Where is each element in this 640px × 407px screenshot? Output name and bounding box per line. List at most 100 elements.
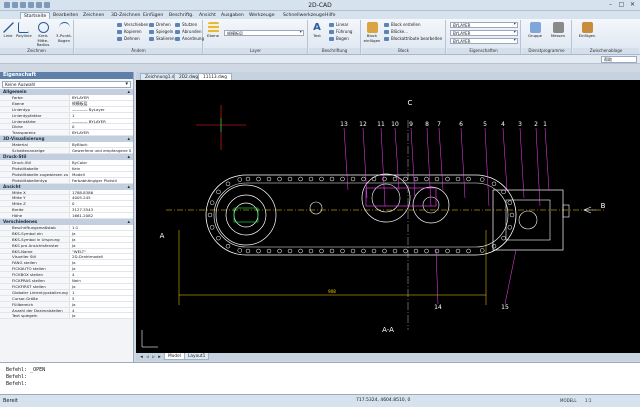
last-layout-icon[interactable]: ▸ <box>157 354 162 360</box>
paste-button[interactable]: Einfügen <box>577 22 597 39</box>
measure-tool-button[interactable]: Messen <box>548 22 568 39</box>
fillet-button[interactable]: Abrunden <box>175 29 202 35</box>
cad-drawing[interactable]: 13 12 11 10 9 8 7 6 5 4 3 2 1 14 15 A A-A C B 908 <box>136 80 640 353</box>
tab-werkzeuge[interactable]: Werkzeuge <box>246 12 278 19</box>
lineweight-dropdown[interactable]: BYLAYER <box>450 38 518 44</box>
insert-block-button[interactable]: Block einfügen <box>363 22 381 43</box>
tab-bearbeiten[interactable]: Bearbeiten <box>50 12 81 19</box>
property-value[interactable]: BYLAYER <box>70 95 133 100</box>
layout-tab-layout1[interactable]: Layout1 <box>184 353 210 360</box>
chain-roller <box>501 189 506 195</box>
property-value[interactable]: 1661.2082 <box>70 213 133 218</box>
property-value[interactable]: Kein <box>70 166 133 171</box>
prev-layout-icon[interactable]: ◃ <box>145 354 150 360</box>
tab-einfuegen[interactable]: Einfügen <box>140 12 166 19</box>
stretch-button[interactable]: Dehnen <box>117 36 140 42</box>
property-value[interactable]: 4 <box>70 308 133 313</box>
property-value[interactable]: Gewerfene und empfangene S <box>70 148 133 153</box>
tab-ausgaben[interactable]: Ausgaben <box>218 12 247 19</box>
selection-dropdown[interactable]: Keine Auswahl <box>2 81 131 88</box>
scale-button[interactable]: Skalieren <box>149 36 174 42</box>
property-section-header[interactable]: Allgemein <box>0 89 133 95</box>
window-controls[interactable]: – □ ✕ <box>606 1 637 8</box>
array-button[interactable]: Anordnung <box>175 36 204 42</box>
property-value[interactable]: 0 <box>70 201 133 206</box>
leader-button[interactable]: Führung <box>329 29 352 35</box>
command-line[interactable]: Befehl: _OPEN Befehl: Befehl: <box>0 362 640 395</box>
property-value[interactable]: Farbabhängiger Plotstil <box>70 178 133 183</box>
property-section-header[interactable]: Verschiedenes <box>0 219 133 226</box>
property-value[interactable]: Ja <box>70 313 133 318</box>
command-prompt[interactable]: Befehl: <box>0 381 640 388</box>
property-value[interactable]: ByColor <box>70 160 133 165</box>
mirror-button[interactable]: Spiegeln <box>149 29 173 35</box>
first-layout-icon[interactable]: ◂ <box>139 354 144 360</box>
model-space-button[interactable]: MODELL <box>560 398 577 403</box>
property-value[interactable]: Modell <box>70 172 133 177</box>
property-value[interactable]: ByBlock <box>70 142 133 147</box>
property-value[interactable]: 5 <box>70 296 133 301</box>
property-value[interactable]: Nein <box>70 278 133 283</box>
trim-button[interactable]: Stutzen <box>175 22 197 28</box>
arc-dimension-button[interactable]: Bogen <box>329 36 349 42</box>
edit-attributes-button[interactable]: Blockattribute bearbeiten <box>384 36 442 42</box>
linetype-dropdown[interactable]: BYLAYER <box>450 30 518 36</box>
help-search-input[interactable]: 帮助 <box>601 56 637 63</box>
property-section-header[interactable]: Druck-Stil <box>0 154 133 161</box>
create-block-button[interactable]: Block erstellen <box>384 22 421 28</box>
property-value[interactable]: Ja <box>70 260 133 265</box>
arc-tool-button[interactable]: 3-Punkt-Bogen <box>55 22 73 43</box>
tab-hilfe[interactable]: Hilfe <box>322 12 338 19</box>
line-tool-button[interactable]: Linie <box>1 22 15 39</box>
property-value[interactable]: 1:1 <box>70 225 133 230</box>
property-value[interactable]: Ja <box>70 302 133 307</box>
property-value[interactable]: Ja <box>70 237 133 242</box>
tab-3d-zeichnen[interactable]: 3D-Zeichnen <box>108 12 143 19</box>
layer-properties-button[interactable]: Ebene <box>206 22 220 39</box>
drawing-canvas[interactable]: 13 12 11 10 9 8 7 6 5 4 3 2 1 14 15 A A-A C B 908 <box>136 80 640 353</box>
property-value[interactable]: Ja <box>70 243 133 248</box>
annotation-scale-button[interactable]: 1:1 <box>585 398 591 403</box>
blocks-button[interactable]: Blöcke... <box>384 29 408 35</box>
polyline-tool-button[interactable]: Polylinie <box>16 22 32 39</box>
tab-startseite[interactable]: Startseite <box>20 12 51 19</box>
minimize-icon[interactable]: – <box>606 1 615 8</box>
layer-dropdown[interactable]: 帧模板层 <box>224 30 304 36</box>
group-tool-button[interactable]: Gruppe <box>525 22 545 39</box>
tab-beschriftung[interactable]: Beschriftg. <box>166 12 197 19</box>
property-value[interactable]: "WELT" <box>70 249 133 254</box>
property-value[interactable]: ———— BYLAYER <box>70 119 133 124</box>
rotate-button[interactable]: Drehen <box>149 22 171 28</box>
doc-tab-11113[interactable]: 11113.dwg <box>198 73 233 80</box>
tab-schnellwerkzeuge[interactable]: Schnellwerkzeuge <box>280 12 328 19</box>
property-value[interactable]: 2D-Drahtmodell <box>70 254 133 259</box>
property-section-header[interactable]: Ansicht <box>0 183 133 190</box>
property-value[interactable]: ———— ByLayer <box>70 107 133 112</box>
circle-tool-button[interactable]: Kreis Mitte-Radius <box>33 22 53 48</box>
property-section-header[interactable]: 3D-Visualisierung <box>0 136 133 143</box>
tab-zeichnen[interactable]: Zeichnen <box>80 12 107 19</box>
maximize-icon[interactable]: □ <box>617 1 626 8</box>
color-dropdown[interactable]: BYLAYER <box>450 22 518 28</box>
linear-dimension-button[interactable]: Linear <box>329 22 348 28</box>
copy-button[interactable]: Kopieren <box>117 29 142 35</box>
property-value[interactable]: 1788.8386 <box>70 190 133 195</box>
property-value[interactable]: 0 <box>70 124 133 129</box>
property-value[interactable]: 1 <box>70 113 133 118</box>
property-value[interactable]: BYLAYER <box>70 130 133 135</box>
property-value[interactable]: Ja <box>70 284 133 289</box>
property-value[interactable]: 4005.245 <box>70 195 133 200</box>
next-layout-icon[interactable]: ▹ <box>151 354 156 360</box>
tab-ansicht[interactable]: Ansicht <box>196 12 219 19</box>
property-value[interactable]: 4 <box>70 272 133 277</box>
property-value[interactable]: 3127.3543 <box>70 207 133 212</box>
property-value[interactable]: Ja <box>70 266 133 271</box>
close-icon[interactable]: ✕ <box>628 1 637 8</box>
layout-tab-model[interactable]: Model <box>164 353 185 360</box>
property-row[interactable]: Text spiegeln Ja <box>0 313 133 320</box>
text-tool-button[interactable]: A Text <box>310 22 324 39</box>
property-value[interactable]: Ja <box>70 231 133 236</box>
property-value[interactable]: 1 <box>70 290 133 295</box>
property-value[interactable]: 帧模板层 <box>70 101 133 106</box>
move-button[interactable]: Verschieben <box>117 22 148 28</box>
